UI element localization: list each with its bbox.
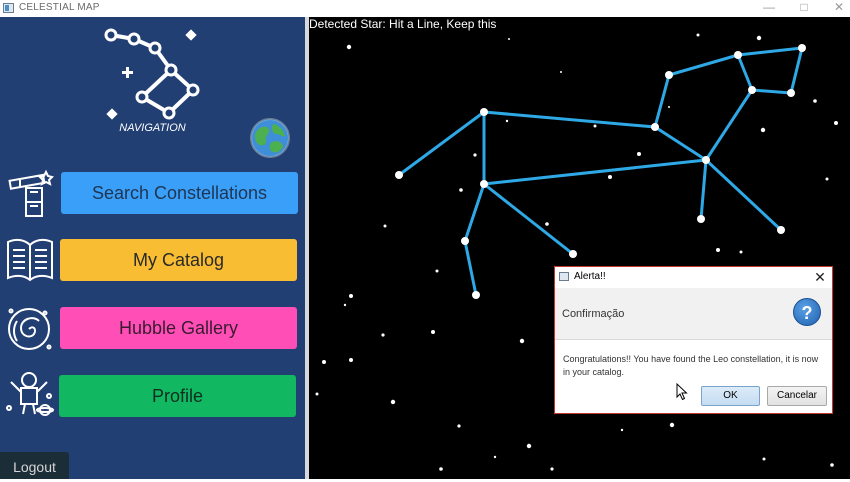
- hubble-gallery-label: Hubble Gallery: [118, 318, 239, 338]
- hubble-gallery-button[interactable]: Hubble Gallery: [60, 307, 297, 349]
- star[interactable]: [665, 71, 673, 79]
- minimize-button[interactable]: —: [754, 0, 784, 17]
- star[interactable]: [702, 156, 710, 164]
- window-titlebar: CELESTIAL MAP — □ ✕: [0, 0, 850, 17]
- dialog-close-icon[interactable]: ✕: [812, 268, 828, 286]
- star[interactable]: [777, 226, 785, 234]
- question-icon: ?: [793, 298, 821, 326]
- star[interactable]: [651, 123, 659, 131]
- star[interactable]: [472, 291, 480, 299]
- cancel-button[interactable]: Cancelar: [767, 386, 827, 406]
- ok-button[interactable]: OK: [701, 386, 760, 406]
- profile-label: Profile: [151, 386, 204, 406]
- search-constellations-button[interactable]: Search Constellations: [61, 172, 298, 214]
- navigation-label: NAVIGATION: [119, 122, 186, 134]
- profile-button[interactable]: Profile: [59, 375, 296, 417]
- my-catalog-button[interactable]: My Catalog: [60, 239, 297, 281]
- telescope-icon: [8, 169, 54, 217]
- star[interactable]: [480, 108, 488, 116]
- book-icon: [7, 238, 53, 282]
- dialog-message: Congratulations!! You have found the Leo…: [563, 354, 819, 377]
- alert-dialog: Alerta!! ✕ Confirmação ? Congratulations…: [554, 266, 833, 414]
- earth-globe-icon: [250, 118, 290, 158]
- maximize-button[interactable]: □: [789, 0, 819, 17]
- app-icon: [3, 3, 14, 13]
- constellation-lines: [397, 46, 804, 297]
- dialog-title: Alerta!!: [574, 271, 606, 282]
- constellation-logo-icon: [104, 28, 200, 120]
- my-catalog-label: My Catalog: [132, 250, 225, 270]
- star[interactable]: [480, 180, 488, 188]
- star[interactable]: [697, 215, 705, 223]
- star[interactable]: [748, 86, 756, 94]
- star[interactable]: [395, 171, 403, 179]
- star[interactable]: [461, 237, 469, 245]
- close-window-button[interactable]: ✕: [824, 0, 850, 17]
- dialog-titlebar[interactable]: Alerta!! ✕: [555, 267, 832, 288]
- star[interactable]: [787, 89, 795, 97]
- star[interactable]: [734, 51, 742, 59]
- dialog-heading: Confirmação: [562, 308, 625, 320]
- mouse-cursor-icon: [676, 383, 688, 401]
- detected-star-status: Detected Star: Hit a Line, Keep this: [309, 17, 497, 31]
- dialog-app-icon: [559, 272, 569, 281]
- search-constellations-label: Search Constellations: [91, 183, 268, 203]
- star[interactable]: [798, 44, 806, 52]
- astronaut-icon: [6, 372, 54, 416]
- dialog-header: Confirmação ?: [555, 288, 832, 340]
- logout-button[interactable]: Logout: [0, 452, 69, 479]
- galaxy-icon: [8, 308, 52, 350]
- window-title: CELESTIAL MAP: [19, 2, 100, 13]
- star[interactable]: [569, 250, 577, 258]
